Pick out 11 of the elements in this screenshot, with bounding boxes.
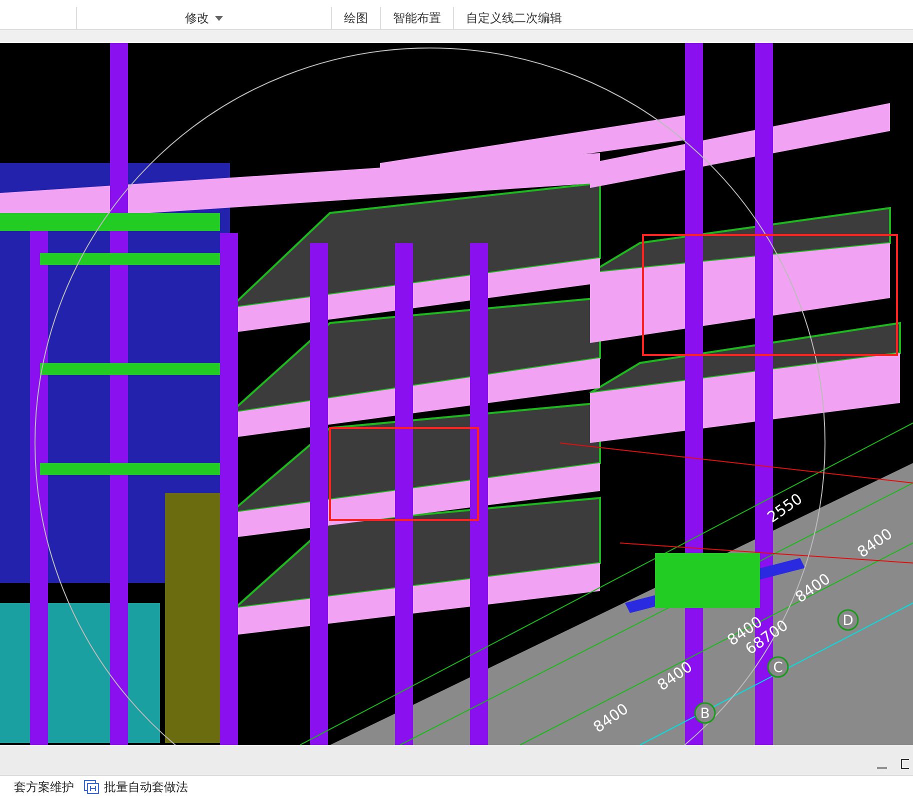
ribbon-group-label[interactable]: 智能布置 (380, 7, 453, 29)
ribbon-group-label[interactable]: 自定义线二次编辑 (453, 7, 574, 29)
tool-button[interactable]: 批量自动套做法 (84, 778, 188, 796)
ribbon-group-label[interactable]: 绘图 (331, 7, 380, 29)
ribbon-group-label[interactable]: 修改 (76, 7, 331, 29)
axis-marker: B (694, 702, 716, 724)
tool-button[interactable]: 套方案维护 (14, 778, 74, 796)
layers-icon (84, 780, 100, 794)
axis-marker: D (837, 609, 859, 631)
maximize-icon[interactable] (901, 759, 909, 769)
axis-marker: C (767, 656, 789, 678)
